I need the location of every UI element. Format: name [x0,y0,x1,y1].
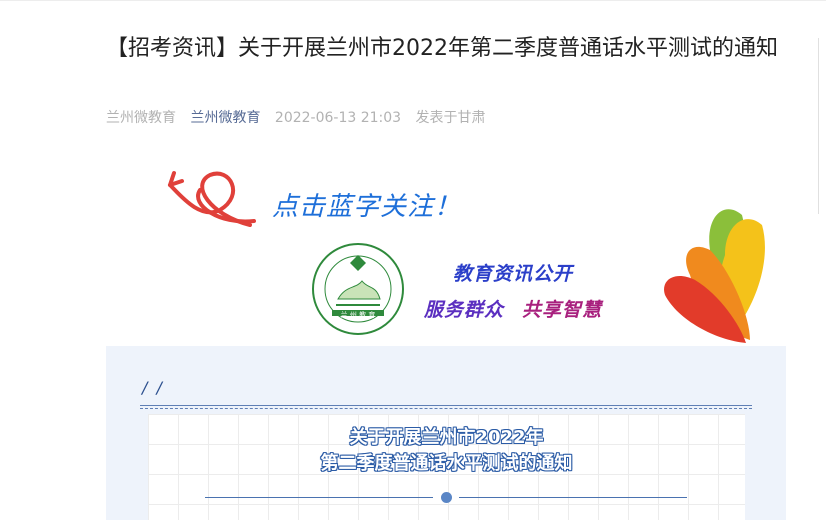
divider-line-left [205,497,433,498]
notice-heading: 关于开展兰州市2022年 第二季度普通话水平测试的通知 [148,425,745,477]
card-rule-solid [140,405,752,406]
slogan-line-1: 教育资讯公开 [453,263,574,285]
article-title: 【招考资讯】关于开展兰州市2022年第二季度普通话水平测试的通知 [106,36,778,61]
red-arrow-icon [168,171,256,227]
publish-time: 2022-06-13 21:03 [274,110,402,126]
slogan-part-a: 服务群众 [424,299,505,321]
follow-prompt: 点击蓝字关注！ [272,192,462,222]
slogan-part-b: 共享智慧 [522,299,603,321]
decorative-slashes: / / [142,378,164,397]
divider-dot-icon [441,492,452,503]
account-link[interactable]: 兰州微教育 [190,110,260,126]
notice-heading-line-1: 关于开展兰州市2022年 [349,427,544,448]
slogan-line-2: 服务群众 共享智慧 [424,295,602,322]
notice-heading-line-2: 第二季度普通话水平测试的通知 [320,453,573,474]
autumn-leaves-icon [664,209,765,343]
article-meta: 兰州微教育 兰州微教育 2022-06-13 21:03 发表于甘肃 [106,107,496,127]
publish-location: 发表于甘肃 [415,110,486,126]
side-border [818,38,819,214]
top-border [0,0,826,1]
divider-line-right [459,497,687,498]
card-rule-dashed [140,408,752,409]
author-name: 兰州微教育 [106,110,176,126]
lanzhou-education-logo: 兰 州 教 育 [312,243,404,335]
svg-text:兰 州 教 育: 兰 州 教 育 [341,310,376,319]
